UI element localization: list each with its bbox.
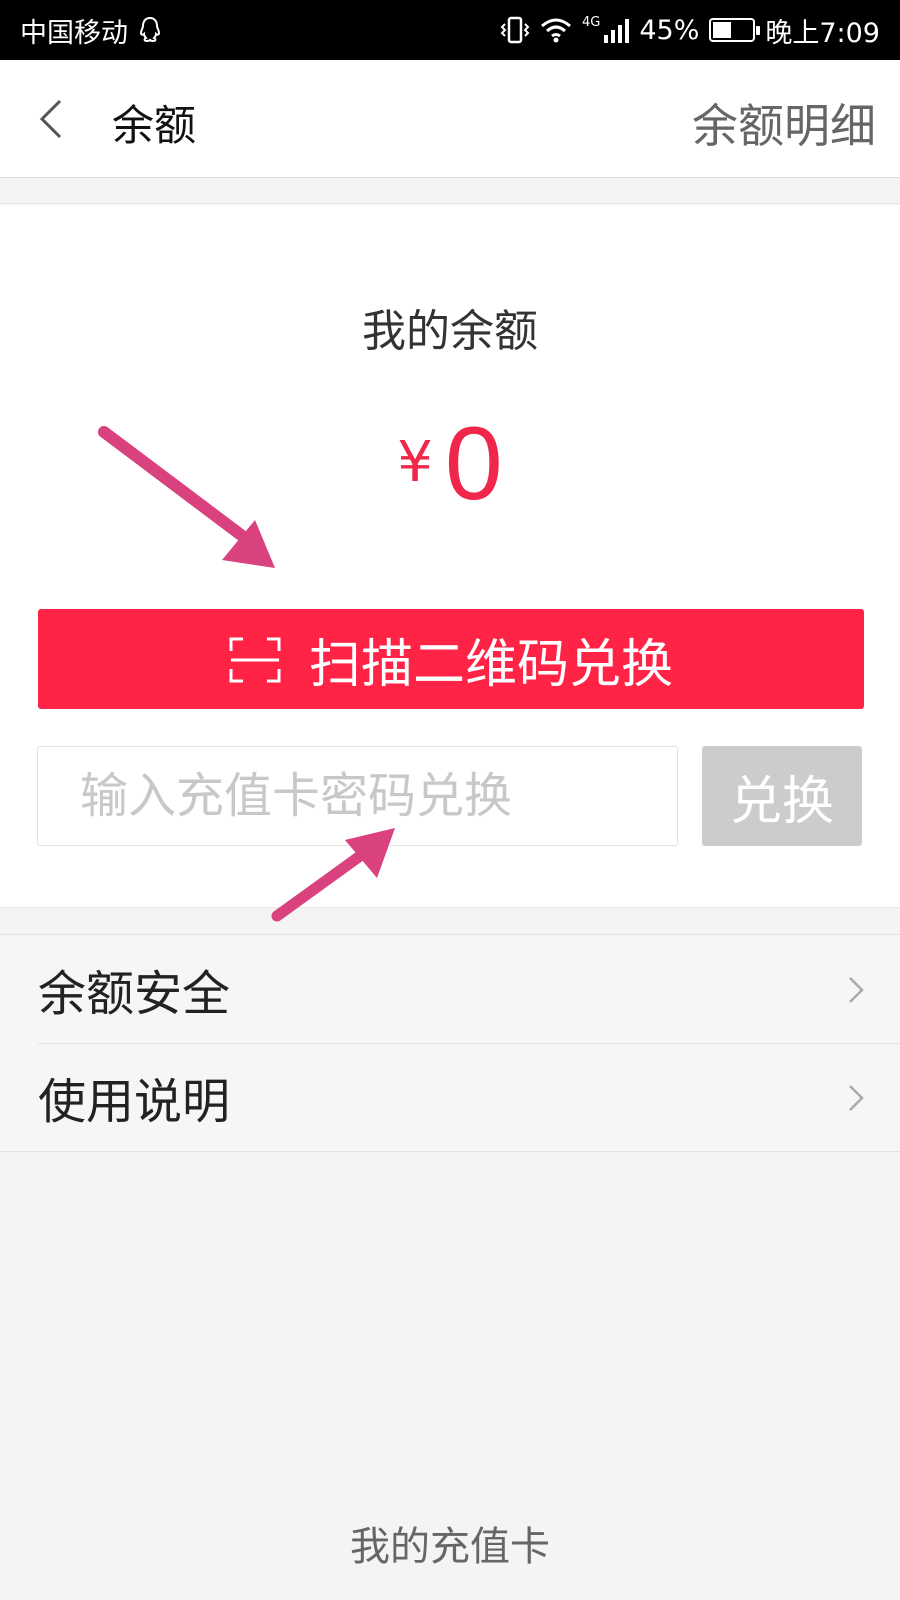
scan-qr-redeem-button[interactable]: 扫描二维码兑换 [38, 609, 864, 709]
network-type: 4G [581, 14, 601, 30]
menu-item-balance-security[interactable]: 余额安全 [0, 935, 900, 1043]
scan-icon [229, 636, 281, 683]
balance-label: 我的余额 [362, 306, 538, 357]
wifi-icon [540, 17, 572, 43]
status-bar-right: 4G 45% 晚上7:09 [500, 11, 880, 50]
signal-icon [604, 17, 630, 43]
annotation-arrow-icon [98, 426, 275, 568]
clock: 晚上7:09 [765, 17, 880, 49]
chevron-right-icon [849, 977, 864, 1003]
annotation-arrow-icon [271, 828, 395, 922]
chevron-left-icon [39, 99, 62, 139]
currency-symbol: ¥ [397, 430, 433, 495]
menu-item-label: 使用说明 [38, 1074, 231, 1130]
menu-item-label: 余额安全 [38, 966, 231, 1022]
section-divider [0, 178, 900, 204]
scan-button-label: 扫描二维码兑换 [308, 634, 673, 695]
app-header: 余额 余额明细 [0, 60, 900, 178]
battery-icon [709, 18, 761, 42]
vibrate-icon [500, 16, 530, 44]
carrier-name: 中国移动 [20, 17, 128, 49]
balance-detail-link[interactable]: 余额明细 [692, 90, 876, 156]
qq-icon [138, 16, 162, 44]
menu-list: 余额安全 使用说明 [0, 934, 900, 1152]
back-button[interactable] [30, 96, 70, 142]
balance-value: 0 [444, 406, 503, 522]
page-title: 余额 [112, 101, 197, 150]
chevron-right-icon [849, 1085, 864, 1111]
status-bar-left: 中国移动 [20, 11, 162, 50]
status-bar: 中国移动 4G 45% 晚上7:09 [0, 0, 900, 60]
menu-item-instructions[interactable]: 使用说明 [0, 1043, 900, 1151]
battery-percent: 45% [639, 14, 700, 46]
redeem-button[interactable]: 兑换 [702, 746, 862, 846]
my-recharge-cards-link[interactable]: 我的充值卡 [0, 1514, 900, 1572]
